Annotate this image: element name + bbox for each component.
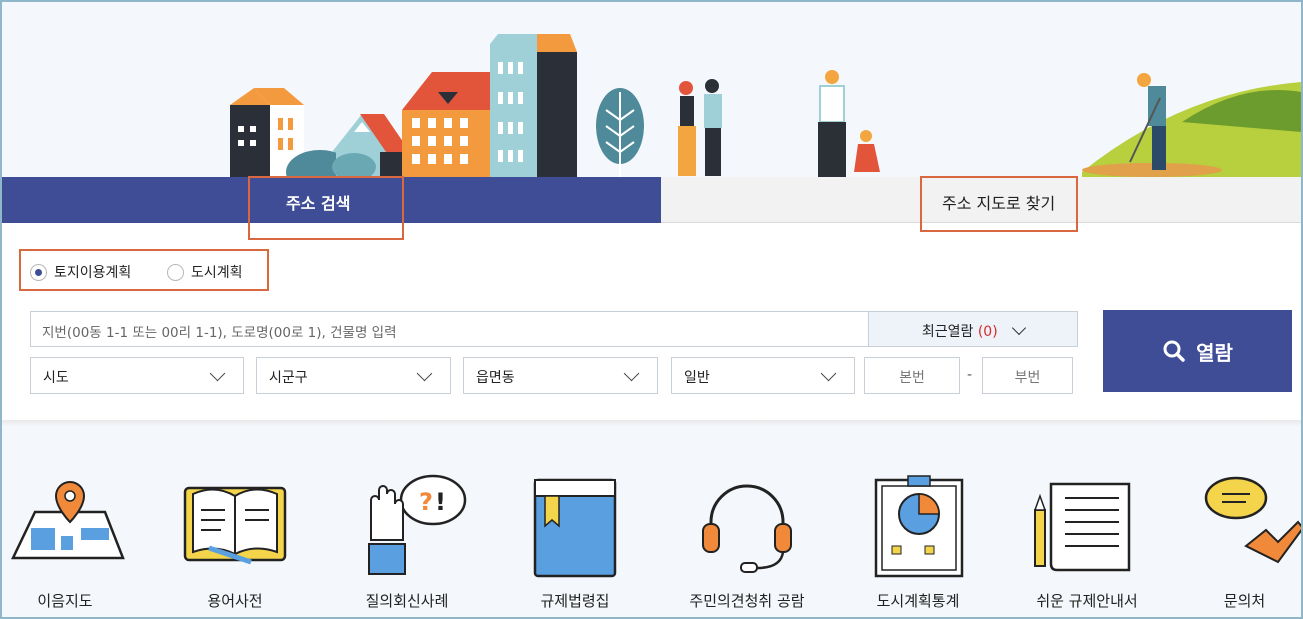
highlight-address-tab [248,176,404,240]
address-search-placeholder: 지번(00동 1-1 또는 00리 1-1), 도로명(00로 1), 건물명 … [42,325,397,341]
quick-menu-law-label: 규제법령집 [540,592,610,610]
highlight-plan-type [19,249,269,291]
statistics-board-icon [874,475,964,578]
headset-icon [702,484,792,573]
select-lot-type[interactable]: 일반 [671,357,855,394]
hand-question-icon: ? ! [368,474,467,575]
svg-text:?: ? [419,488,433,516]
quick-menu-law[interactable]: 규제법령집 [505,470,645,610]
quick-menu-contact-label: 문의처 [1223,592,1266,610]
map-pin-icon [11,480,125,560]
view-button[interactable]: 열람 [1103,310,1292,392]
quick-menu-contact[interactable]: 문의처 [1186,470,1303,610]
quick-menu-regulation-guide-label: 쉬운 규제안내서 [1036,592,1138,610]
select-eupmyeondong[interactable]: 읍면동 [463,357,658,394]
quick-menu-statistics[interactable]: 도시계획통계 [848,470,988,610]
recent-views-dropdown[interactable]: 최근열람 (0) [868,311,1078,347]
chevron-down-icon [416,365,433,382]
sub-number-input[interactable]: 부번 [982,357,1073,394]
open-book-icon [183,486,287,565]
select-sido-value: 시도 [43,370,69,386]
search-tabs: 주소 검색 주소 지도로 찾기 [2,177,1301,232]
phone-speech-icon [1204,476,1303,564]
quick-menu-qna[interactable]: ? ! 질의회신사례 [337,470,477,610]
quick-menu-public-hearing-label: 주민의견청취 공람 [689,592,805,610]
quick-menu-glossary-label: 용어사전 [207,592,263,610]
recent-views-count: (0) [977,324,998,340]
view-button-label: 열람 [1196,340,1233,365]
select-lot-type-value: 일반 [684,370,710,386]
quick-menu-statistics-label: 도시계획통계 [876,592,960,610]
select-sigungu[interactable]: 시군구 [256,357,451,394]
scroll-pencil-icon [1033,482,1131,572]
law-book-icon [533,478,617,578]
select-sido[interactable]: 시도 [30,357,244,394]
chevron-down-icon [209,365,226,382]
quick-menu-map[interactable]: 이음지도 [0,470,135,610]
address-search-input[interactable]: 지번(00동 1-1 또는 00리 1-1), 도로명(00로 1), 건물명 … [30,311,868,347]
quick-menu-glossary[interactable]: 용어사전 [165,470,305,610]
recent-views-label: 최근열람 [921,324,974,340]
chevron-down-icon [820,365,837,382]
main-number-placeholder: 본번 [899,370,925,386]
svg-text:!: ! [435,488,446,516]
number-separator: - [967,367,973,383]
search-icon [1163,340,1185,362]
main-number-input[interactable]: 본번 [864,357,960,394]
select-eupmyeondong-value: 읍면동 [476,370,515,386]
chevron-down-icon [1012,320,1027,336]
sub-number-placeholder: 부번 [1014,370,1041,386]
hero-illustration [2,2,1301,177]
quick-menu-regulation-guide[interactable]: 쉬운 규제안내서 [1017,470,1157,610]
quick-menu-qna-label: 질의회신사례 [365,592,449,610]
highlight-map-tab [920,176,1078,232]
panel-divider [2,420,1301,426]
quick-menu-map-label: 이음지도 [37,592,93,610]
chevron-down-icon [623,365,640,382]
select-sigungu-value: 시군구 [269,370,308,386]
quick-menu-public-hearing[interactable]: 주민의견청취 공람 [677,470,817,610]
